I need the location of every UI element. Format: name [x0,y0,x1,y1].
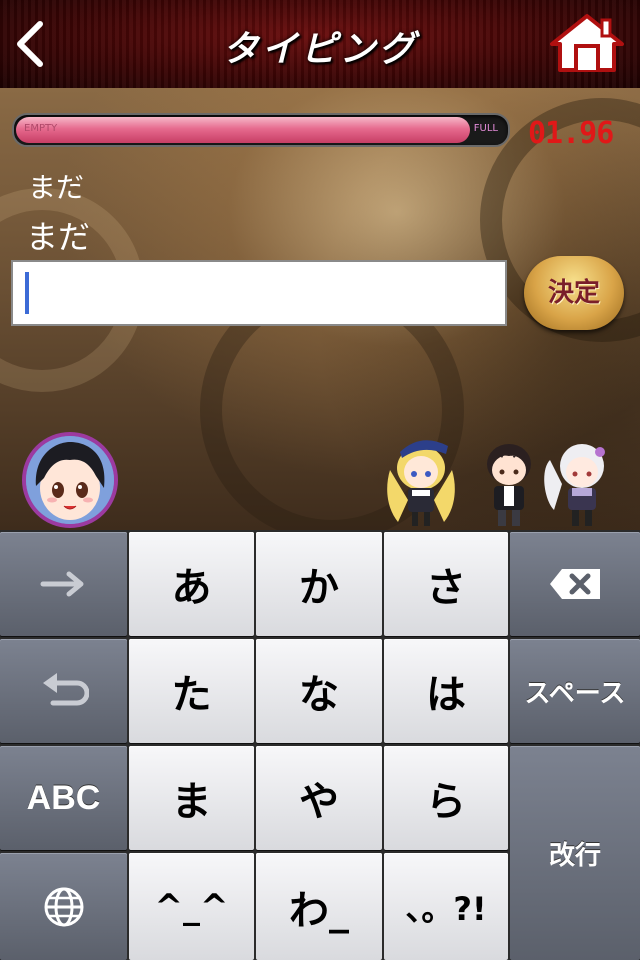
space-key[interactable]: スペース [510,639,640,743]
key-ra[interactable]: ら [384,746,508,850]
character-boy [487,444,531,526]
key-ya[interactable]: や [256,746,382,850]
gauge-fill [16,117,471,143]
key-a[interactable]: あ [129,532,254,636]
key-emoticon[interactable]: ^_^ [129,853,254,960]
submit-button[interactable]: 決定 [524,256,624,330]
gauge-full-label: FULL [473,123,498,134]
key-ta[interactable]: た [129,639,254,743]
home-button[interactable] [548,12,626,74]
key-ka[interactable]: か [256,532,382,636]
character-silver [544,444,605,526]
globe-key[interactable] [0,853,127,960]
key-punctuation[interactable]: 、。?! [384,853,508,960]
question-reading: まだ [28,171,85,204]
answer-input[interactable] [11,260,507,326]
header-bar: タイピング [0,0,640,90]
question-text: まだ [26,218,91,256]
game-area: EMPTY FULL 01.96 まだ まだ 決定 [0,88,640,530]
abc-key[interactable]: ABC [0,746,127,850]
globe-icon [44,887,83,926]
backspace-icon [550,569,600,599]
japanese-keyboard: ABC あ か さ た な は ま や ら ^_^ わ_ 、。?! スペース 改… [0,530,640,960]
key-na[interactable]: な [256,639,382,743]
avatar [22,432,118,528]
undo-key[interactable] [0,639,127,743]
cursor-right-key[interactable] [0,532,127,636]
key-wa[interactable]: わ_ [256,853,382,960]
enter-key-label: 改行 [548,840,601,871]
gauge-empty-label: EMPTY [24,123,58,134]
player-portrait [26,436,114,524]
arrow-right-icon [40,571,83,597]
time-gauge: EMPTY FULL [12,113,510,147]
text-caret [25,272,29,314]
key-ha[interactable]: は [384,639,508,743]
undo-icon [42,673,89,706]
character-blonde [387,440,455,526]
page-title: タイピング [222,29,418,70]
abc-key-label: ABC [26,778,101,817]
home-icon [550,14,624,72]
backspace-key[interactable] [510,532,640,636]
key-ma[interactable]: ま [129,746,254,850]
enter-key[interactable]: 改行 [510,746,640,960]
space-key-label: スペース [524,678,626,709]
key-sa[interactable]: さ [384,532,508,636]
timer-readout: 01.96 [528,116,614,151]
